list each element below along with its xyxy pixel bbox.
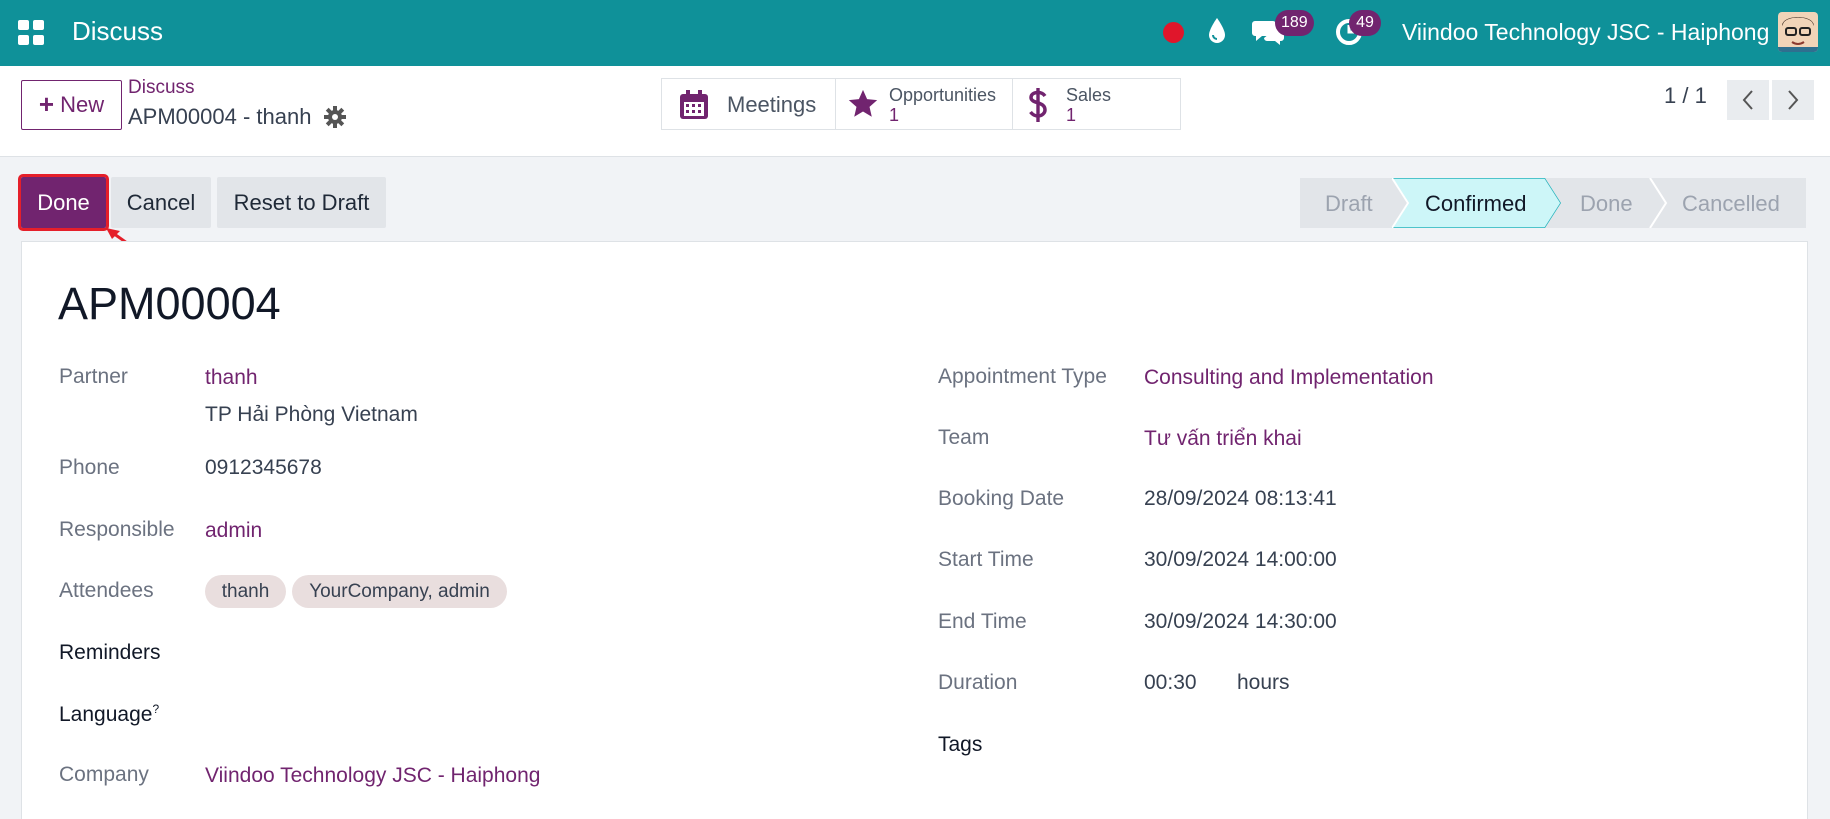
phone-field[interactable]: 0912345678 xyxy=(205,456,322,480)
stage-cancelled[interactable]: Cancelled xyxy=(1682,191,1780,217)
top-navbar: Discuss 189 49 Viindoo Technology JSC - … xyxy=(0,0,1830,66)
company-switcher[interactable]: Viindoo Technology JSC - Haiphong xyxy=(1402,19,1769,46)
attendees-label: Attendees xyxy=(59,579,154,602)
messages-count-badge: 189 xyxy=(1275,10,1314,36)
opportunities-label: Opportunities xyxy=(889,85,997,105)
attendee-tag[interactable]: thanh xyxy=(205,575,286,608)
company-field[interactable]: Viindoo Technology JSC - Haiphong xyxy=(205,764,540,788)
stage-done[interactable]: Done xyxy=(1580,191,1633,217)
new-record-button[interactable]: + New xyxy=(21,80,122,130)
breadcrumb-current: APM00004 - thanh xyxy=(128,104,312,129)
reminders-label: Reminders xyxy=(59,641,161,664)
responsible-field[interactable]: admin xyxy=(205,519,262,543)
user-avatar[interactable] xyxy=(1778,12,1818,52)
plus-icon: + xyxy=(38,88,55,119)
chevron-right-icon xyxy=(1788,90,1799,110)
recording-dot-icon[interactable] xyxy=(1163,22,1184,43)
team-label: Team xyxy=(938,426,990,449)
stage-statusbar: Draft Confirmed Done Cancelled xyxy=(1300,178,1806,228)
opportunities-smart-button[interactable]: Opportunities 1 xyxy=(835,78,1013,130)
reset-to-draft-button[interactable]: Reset to Draft xyxy=(217,177,386,228)
start-time-field[interactable]: 30/09/2024 14:00:00 xyxy=(1144,548,1337,572)
duration-field[interactable]: 00:30 xyxy=(1144,671,1197,695)
duration-unit: hours xyxy=(1237,671,1290,694)
attendee-tag[interactable]: YourCompany, admin xyxy=(292,575,507,608)
water-drop-icon[interactable] xyxy=(1207,16,1227,46)
appointment-type-field[interactable]: Consulting and Implementation xyxy=(1144,366,1434,390)
team-field[interactable]: Tư vấn triển khai xyxy=(1144,427,1302,451)
activities-count-badge: 49 xyxy=(1349,10,1381,36)
partner-field[interactable]: thanh xyxy=(205,366,258,390)
new-button-label: New xyxy=(60,92,105,117)
partner-address: TP Hải Phòng Vietnam xyxy=(205,403,418,426)
phone-label: Phone xyxy=(59,456,120,479)
chevron-left-icon xyxy=(1742,90,1753,110)
breadcrumb-parent-link[interactable]: Discuss xyxy=(128,77,195,99)
done-button[interactable]: Done xyxy=(18,174,109,231)
end-time-field[interactable]: 30/09/2024 14:30:00 xyxy=(1144,610,1337,634)
booking-date-field[interactable]: 28/09/2024 08:13:41 xyxy=(1144,487,1337,511)
booking-date-label: Booking Date xyxy=(938,487,1065,510)
language-label: Language? xyxy=(59,702,159,727)
help-tooltip-icon[interactable]: ? xyxy=(152,702,159,716)
record-title: APM00004 xyxy=(58,278,281,329)
start-time-label: Start Time xyxy=(938,548,1034,571)
dollar-icon xyxy=(1029,88,1047,122)
partner-label: Partner xyxy=(59,365,128,388)
meetings-label: Meetings xyxy=(727,92,817,117)
app-name[interactable]: Discuss xyxy=(72,16,163,47)
app-menu-icon[interactable] xyxy=(18,20,46,46)
responsible-label: Responsible xyxy=(59,518,175,541)
sales-count: 1 xyxy=(1066,105,1077,125)
duration-label: Duration xyxy=(938,671,1018,694)
pager-previous-button[interactable] xyxy=(1727,80,1769,120)
opportunities-count: 1 xyxy=(889,105,900,125)
appointment-type-label: Appointment Type xyxy=(938,365,1107,388)
meetings-smart-button[interactable]: Meetings xyxy=(661,78,836,130)
stage-draft[interactable]: Draft xyxy=(1325,191,1373,217)
stage-confirmed[interactable]: Confirmed xyxy=(1425,191,1526,217)
cancel-button[interactable]: Cancel xyxy=(111,177,211,228)
pager-next-button[interactable] xyxy=(1772,80,1814,120)
pager-value[interactable]: 1 / 1 xyxy=(1664,83,1707,109)
tags-label: Tags xyxy=(938,733,983,756)
control-panel: + New Discuss APM00004 - thanh Meetings … xyxy=(0,66,1830,157)
sales-label: Sales xyxy=(1066,85,1112,105)
calendar-icon xyxy=(680,90,708,119)
end-time-label: End Time xyxy=(938,610,1027,633)
language-label-text: Language xyxy=(59,703,153,726)
company-label: Company xyxy=(59,763,149,786)
form-sheet: APM00004 Partner thanh TP Hải Phòng Viet… xyxy=(21,241,1808,819)
sales-smart-button[interactable]: Sales 1 xyxy=(1012,78,1181,130)
gear-icon[interactable] xyxy=(324,106,346,128)
star-icon xyxy=(848,89,878,117)
